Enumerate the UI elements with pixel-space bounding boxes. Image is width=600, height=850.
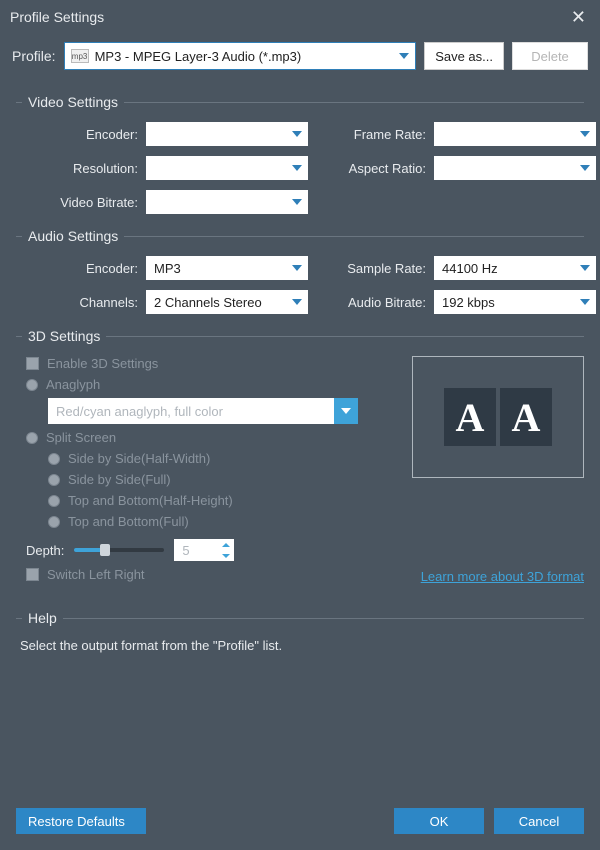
- ok-button[interactable]: OK: [394, 808, 484, 834]
- split-screen-radio[interactable]: [26, 432, 38, 444]
- aspect-ratio-select[interactable]: [434, 156, 596, 180]
- chevron-down-icon: [292, 299, 302, 305]
- chevron-down-icon: [580, 131, 590, 137]
- frame-rate-label: Frame Rate:: [316, 127, 426, 142]
- mp3-file-icon: mp3: [71, 49, 89, 63]
- switch-lr-label: Switch Left Right: [47, 567, 145, 582]
- window-title: Profile Settings: [10, 9, 104, 25]
- resolution-label: Resolution:: [26, 161, 138, 176]
- spin-up-icon[interactable]: [218, 539, 234, 550]
- spin-down-icon[interactable]: [218, 550, 234, 561]
- anaglyph-radio[interactable]: [26, 379, 38, 391]
- cancel-button[interactable]: Cancel: [494, 808, 584, 834]
- audio-bitrate-select[interactable]: 192 kbps: [434, 290, 596, 314]
- restore-defaults-button[interactable]: Restore Defaults: [16, 808, 146, 834]
- video-bitrate-label: Video Bitrate:: [26, 195, 138, 210]
- enable-3d-checkbox[interactable]: [26, 357, 39, 370]
- tab-full-radio[interactable]: [48, 516, 60, 528]
- audio-bitrate-label: Audio Bitrate:: [316, 295, 426, 310]
- channels-label: Channels:: [26, 295, 138, 310]
- anaglyph-select[interactable]: Red/cyan anaglyph, full color: [48, 398, 358, 424]
- help-title: Help: [22, 610, 63, 626]
- depth-spin-input[interactable]: 5: [174, 539, 234, 561]
- profile-label: Profile:: [12, 48, 56, 64]
- anaglyph-label: Anaglyph: [46, 377, 100, 392]
- chevron-down-icon: [292, 165, 302, 171]
- depth-slider[interactable]: [74, 548, 164, 552]
- audio-encoder-label: Encoder:: [26, 261, 138, 276]
- chevron-down-icon: [334, 398, 358, 424]
- sample-rate-label: Sample Rate:: [316, 261, 426, 276]
- preview-left-icon: A: [444, 388, 496, 446]
- chevron-down-icon: [580, 299, 590, 305]
- enable-3d-label: Enable 3D Settings: [47, 356, 158, 371]
- 3d-preview-box: A A: [412, 356, 584, 478]
- sbs-full-radio[interactable]: [48, 474, 60, 486]
- tab-full-label: Top and Bottom(Full): [68, 514, 189, 529]
- tab-half-radio[interactable]: [48, 495, 60, 507]
- help-text: Select the output format from the "Profi…: [20, 638, 580, 653]
- chevron-down-icon: [580, 165, 590, 171]
- resolution-select[interactable]: [146, 156, 308, 180]
- chevron-down-icon: [399, 53, 409, 59]
- tab-half-label: Top and Bottom(Half-Height): [68, 493, 233, 508]
- audio-settings-title: Audio Settings: [22, 228, 124, 244]
- sbs-full-label: Side by Side(Full): [68, 472, 171, 487]
- split-screen-label: Split Screen: [46, 430, 116, 445]
- channels-select[interactable]: 2 Channels Stereo: [146, 290, 308, 314]
- video-settings-title: Video Settings: [22, 94, 124, 110]
- chevron-down-icon: [292, 199, 302, 205]
- aspect-ratio-label: Aspect Ratio:: [316, 161, 426, 176]
- chevron-down-icon: [292, 131, 302, 137]
- delete-button: Delete: [512, 42, 588, 70]
- preview-right-icon: A: [500, 388, 552, 446]
- 3d-settings-title: 3D Settings: [22, 328, 106, 344]
- anaglyph-select-text: Red/cyan anaglyph, full color: [56, 404, 223, 419]
- switch-lr-checkbox[interactable]: [26, 568, 39, 581]
- sbs-half-radio[interactable]: [48, 453, 60, 465]
- video-encoder-label: Encoder:: [26, 127, 138, 142]
- save-as-button[interactable]: Save as...: [424, 42, 504, 70]
- sbs-half-label: Side by Side(Half-Width): [68, 451, 210, 466]
- profile-select[interactable]: mp3 MP3 - MPEG Layer-3 Audio (*.mp3): [64, 42, 417, 70]
- close-icon[interactable]: ✕: [567, 6, 590, 28]
- audio-encoder-select[interactable]: MP3: [146, 256, 308, 280]
- chevron-down-icon: [292, 265, 302, 271]
- frame-rate-select[interactable]: [434, 122, 596, 146]
- slider-thumb-icon[interactable]: [100, 544, 110, 556]
- depth-value: 5: [182, 543, 189, 558]
- video-encoder-select[interactable]: [146, 122, 308, 146]
- profile-select-text: MP3 - MPEG Layer-3 Audio (*.mp3): [95, 49, 302, 64]
- chevron-down-icon: [580, 265, 590, 271]
- video-bitrate-select[interactable]: [146, 190, 308, 214]
- depth-label: Depth:: [26, 543, 64, 558]
- learn-more-link[interactable]: Learn more about 3D format: [421, 569, 584, 584]
- sample-rate-select[interactable]: 44100 Hz: [434, 256, 596, 280]
